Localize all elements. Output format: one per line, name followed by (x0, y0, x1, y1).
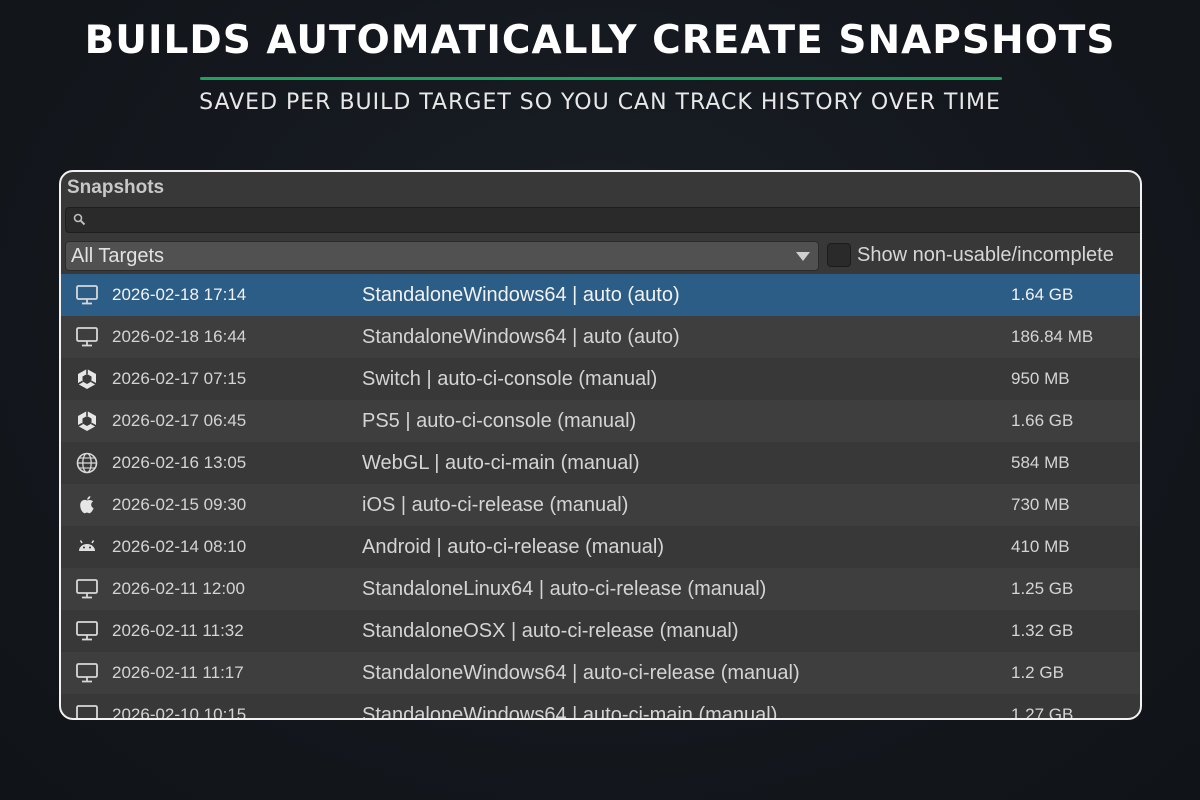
snapshot-row[interactable]: 2026-02-15 09:30 iOS | auto-ci-release (m… (61, 484, 1140, 526)
android-icon (75, 535, 99, 559)
snapshot-date: 2026-02-17 06:45 (112, 411, 247, 430)
snapshot-name: PS5 | auto-ci-console (manual) (362, 410, 637, 432)
snapshot-date: 2026-02-11 11:32 (112, 621, 244, 640)
snapshot-name: StandaloneLinux64 | auto-ci-release (man… (362, 578, 767, 600)
headline: BUILDS AUTOMATICALLY CREATE SNAPSHOTS (84, 18, 1116, 63)
snapshot-size: 410 MB (1011, 537, 1070, 556)
monitor-icon (75, 619, 99, 643)
monitor-icon (75, 283, 99, 307)
monitor-icon (75, 703, 99, 718)
snapshot-name: WebGL | auto-ci-main (manual) (362, 452, 640, 474)
snapshot-size: 1.27 GB (1011, 705, 1074, 720)
snapshot-list: 2026-02-18 17:14 StandaloneWindows64 | au… (61, 274, 1140, 720)
subheadline: SAVED PER BUILD TARGET SO YOU CAN TRACK … (199, 90, 1001, 115)
snapshot-size: 1.66 GB (1011, 411, 1074, 430)
snapshot-size: 1.2 GB (1011, 663, 1064, 682)
snapshot-date: 2026-02-11 12:00 (112, 579, 245, 598)
snapshot-date: 2026-02-11 11:17 (112, 663, 244, 682)
snapshot-name: Switch | auto-ci-console (manual) (362, 368, 658, 390)
snapshot-name: StandaloneWindows64 | auto-ci-release (m… (362, 662, 800, 684)
panel-title: Snapshots (67, 177, 165, 198)
snapshot-size: 584 MB (1011, 453, 1070, 472)
snapshot-name: iOS | auto-ci-release (manual) (362, 494, 629, 516)
snapshot-size: 1.32 GB (1011, 621, 1074, 640)
snapshot-row[interactable]: 2026-02-17 06:45 PS5 | auto-ci-console (m… (61, 400, 1140, 442)
snapshot-size: 730 MB (1011, 495, 1070, 514)
monitor-icon (75, 661, 99, 685)
snapshot-date: 2026-02-17 07:15 (112, 369, 247, 388)
snapshot-name: StandaloneWindows64 | auto (auto) (362, 284, 680, 306)
snapshot-size: 186.84 MB (1011, 327, 1094, 346)
snapshot-name: StandaloneWindows64 | auto (auto) (362, 326, 680, 348)
snapshot-row[interactable]: 2026-02-11 12:00 StandaloneLinux64 | auto… (61, 568, 1140, 610)
show-incomplete-checkbox[interactable] (827, 243, 851, 267)
snapshot-date: 2026-02-14 08:10 (112, 537, 247, 556)
globe-icon (75, 451, 99, 475)
snapshot-date: 2026-02-18 16:44 (112, 327, 247, 346)
snapshot-size: 1.64 GB (1011, 285, 1074, 304)
snapshot-row[interactable]: 2026-02-14 08:10 Android | auto-ci-releas… (61, 526, 1140, 568)
monitor-icon (75, 325, 99, 349)
search-input[interactable] (65, 207, 1140, 233)
snapshot-row[interactable]: 2026-02-16 13:05 WebGL | auto-ci-main (ma… (61, 442, 1140, 484)
unity-cube-icon (75, 367, 99, 391)
snapshot-row[interactable]: 2026-02-17 07:15 Switch | auto-ci-console… (61, 358, 1140, 400)
apple-icon (75, 493, 99, 517)
snapshot-name: Android | auto-ci-release (manual) (362, 536, 665, 558)
monitor-icon (75, 577, 99, 601)
snapshots-panel: Snapshots All Targets Show non-usable/in… (59, 170, 1142, 720)
accent-underline (200, 77, 1002, 80)
snapshot-row[interactable]: 2026-02-11 11:17 StandaloneWindows64 | au… (61, 652, 1140, 694)
snapshot-row[interactable]: 2026-02-18 16:44 StandaloneWindows64 | au… (61, 316, 1140, 358)
show-incomplete-label[interactable]: Show non-usable/incomplete (857, 244, 1114, 267)
target-filter-value: All Targets (71, 245, 165, 267)
snapshot-row[interactable]: 2026-02-18 17:14 StandaloneWindows64 | au… (61, 274, 1140, 316)
snapshot-size: 950 MB (1011, 369, 1070, 388)
snapshot-date: 2026-02-16 13:05 (112, 453, 247, 472)
snapshot-row[interactable]: 2026-02-11 11:32 StandaloneOSX | auto-ci-… (61, 610, 1140, 652)
snapshot-date: 2026-02-18 17:14 (112, 285, 247, 304)
snapshot-date: 2026-02-15 09:30 (112, 495, 247, 514)
snapshot-name: StandaloneWindows64 | auto-ci-main (manu… (362, 704, 778, 720)
unity-cube-icon (75, 409, 99, 433)
target-filter-dropdown[interactable]: All Targets (65, 241, 819, 271)
snapshot-name: StandaloneOSX | auto-ci-release (manual) (362, 620, 739, 642)
chevron-down-icon (796, 252, 810, 261)
snapshot-date: 2026-02-10 10:15 (112, 705, 247, 720)
snapshot-row[interactable]: 2026-02-10 10:15 StandaloneWindows64 | au… (61, 694, 1140, 720)
search-icon (73, 213, 86, 226)
snapshot-size: 1.25 GB (1011, 579, 1074, 598)
